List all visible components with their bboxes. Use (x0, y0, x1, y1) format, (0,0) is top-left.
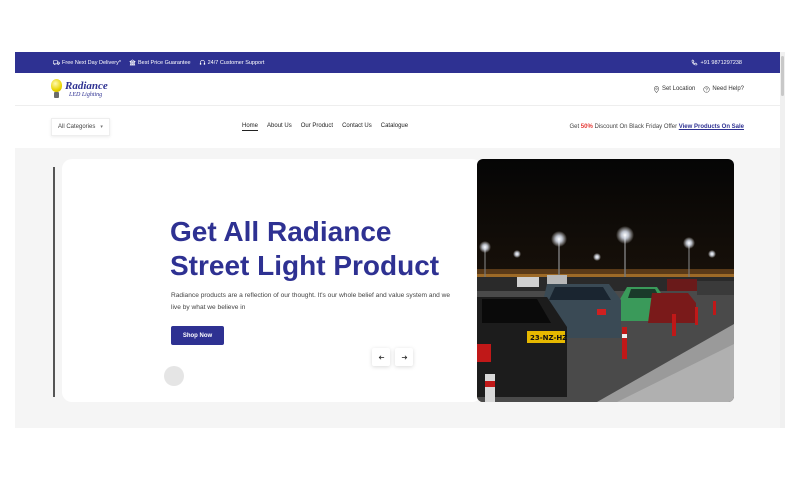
page-scrollbar[interactable] (780, 52, 785, 428)
topbar-phone[interactable]: +91 9871297238 (691, 59, 742, 66)
bank-icon (129, 59, 136, 66)
site-logo[interactable]: Radiance LED Lighting (51, 79, 108, 99)
next-slide-button[interactable] (395, 348, 413, 366)
help-circle-icon (703, 85, 710, 93)
need-help-label: Need Help? (712, 86, 744, 92)
offer-prefix: Get (569, 124, 580, 130)
logo-brand: Radiance (65, 79, 108, 92)
nav-bar: All Categories ▾ Home About Us Our Produ… (15, 106, 780, 148)
slider-arrows (372, 348, 418, 366)
page-frame: Free Next Day Delivery* Best Price Guara… (15, 52, 780, 428)
chevron-down-icon: ▾ (100, 124, 103, 130)
scrollbar-thumb[interactable] (781, 56, 784, 96)
topbar-support-label: 24/7 Customer Support (207, 59, 265, 66)
hero-image: 23-NZ-HZ (477, 159, 734, 402)
view-sale-link[interactable]: View Products On Sale (679, 124, 744, 130)
nav-link-contact[interactable]: Contact Us (342, 123, 372, 131)
offer-percent: 50% (580, 124, 593, 130)
hero-title-line2: Street Light Product (170, 250, 440, 281)
topbar-price-label: Best Price Guarantee (138, 59, 191, 66)
hero-description: Radiance products are a reflection of ou… (171, 292, 451, 311)
hero-title-line1: Get All Radiance (170, 216, 392, 247)
bulb-icon (51, 79, 62, 99)
shop-now-button[interactable]: Shop Now (171, 326, 224, 345)
topbar-price: Best Price Guarantee (129, 59, 191, 66)
offer-banner: Get 50% Discount On Black Friday Offer V… (569, 124, 744, 130)
arrow-left-icon (378, 354, 384, 360)
truck-icon (53, 60, 60, 65)
top-bar: Free Next Day Delivery* Best Price Guara… (15, 52, 780, 73)
logo-subtitle: LED Lighting (69, 91, 103, 98)
topbar-support: 24/7 Customer Support (199, 59, 265, 66)
slide-indicator[interactable] (164, 366, 184, 386)
offer-text: Discount On Black Friday Offer (594, 124, 678, 130)
main-nav: Home About Us Our Product Contact Us Cat… (242, 123, 417, 131)
prev-slide-button[interactable] (372, 348, 390, 366)
set-location-link[interactable]: Set Location (653, 85, 696, 93)
site-header: Radiance LED Lighting Set Location Need … (15, 73, 780, 106)
arrow-right-icon (401, 354, 407, 360)
topbar-phone-number: +91 9871297238 (700, 59, 742, 66)
topbar-delivery-label: Free Next Day Delivery* (62, 59, 121, 66)
location-pin-icon (653, 85, 659, 93)
set-location-label: Set Location (661, 86, 696, 92)
categories-dropdown[interactable]: All Categories ▾ (51, 118, 110, 136)
license-plate-text: 23-NZ-HZ (530, 334, 567, 342)
headset-icon (199, 60, 205, 65)
nav-link-catalogue[interactable]: Catalogue (381, 123, 408, 131)
hero-title: Get All Radiance Street Light Product (170, 215, 470, 283)
phone-icon (691, 59, 698, 66)
nav-link-product[interactable]: Our Product (301, 123, 333, 131)
nav-link-about[interactable]: About Us (267, 123, 292, 131)
topbar-delivery: Free Next Day Delivery* (53, 59, 121, 66)
nav-link-home[interactable]: Home (242, 123, 259, 131)
parking-lot-photo: 23-NZ-HZ (477, 159, 734, 402)
header-right: Set Location Need Help? (645, 85, 744, 93)
slider-track (53, 167, 55, 397)
need-help-link[interactable]: Need Help? (703, 85, 744, 93)
categories-label: All Categories (58, 124, 96, 130)
